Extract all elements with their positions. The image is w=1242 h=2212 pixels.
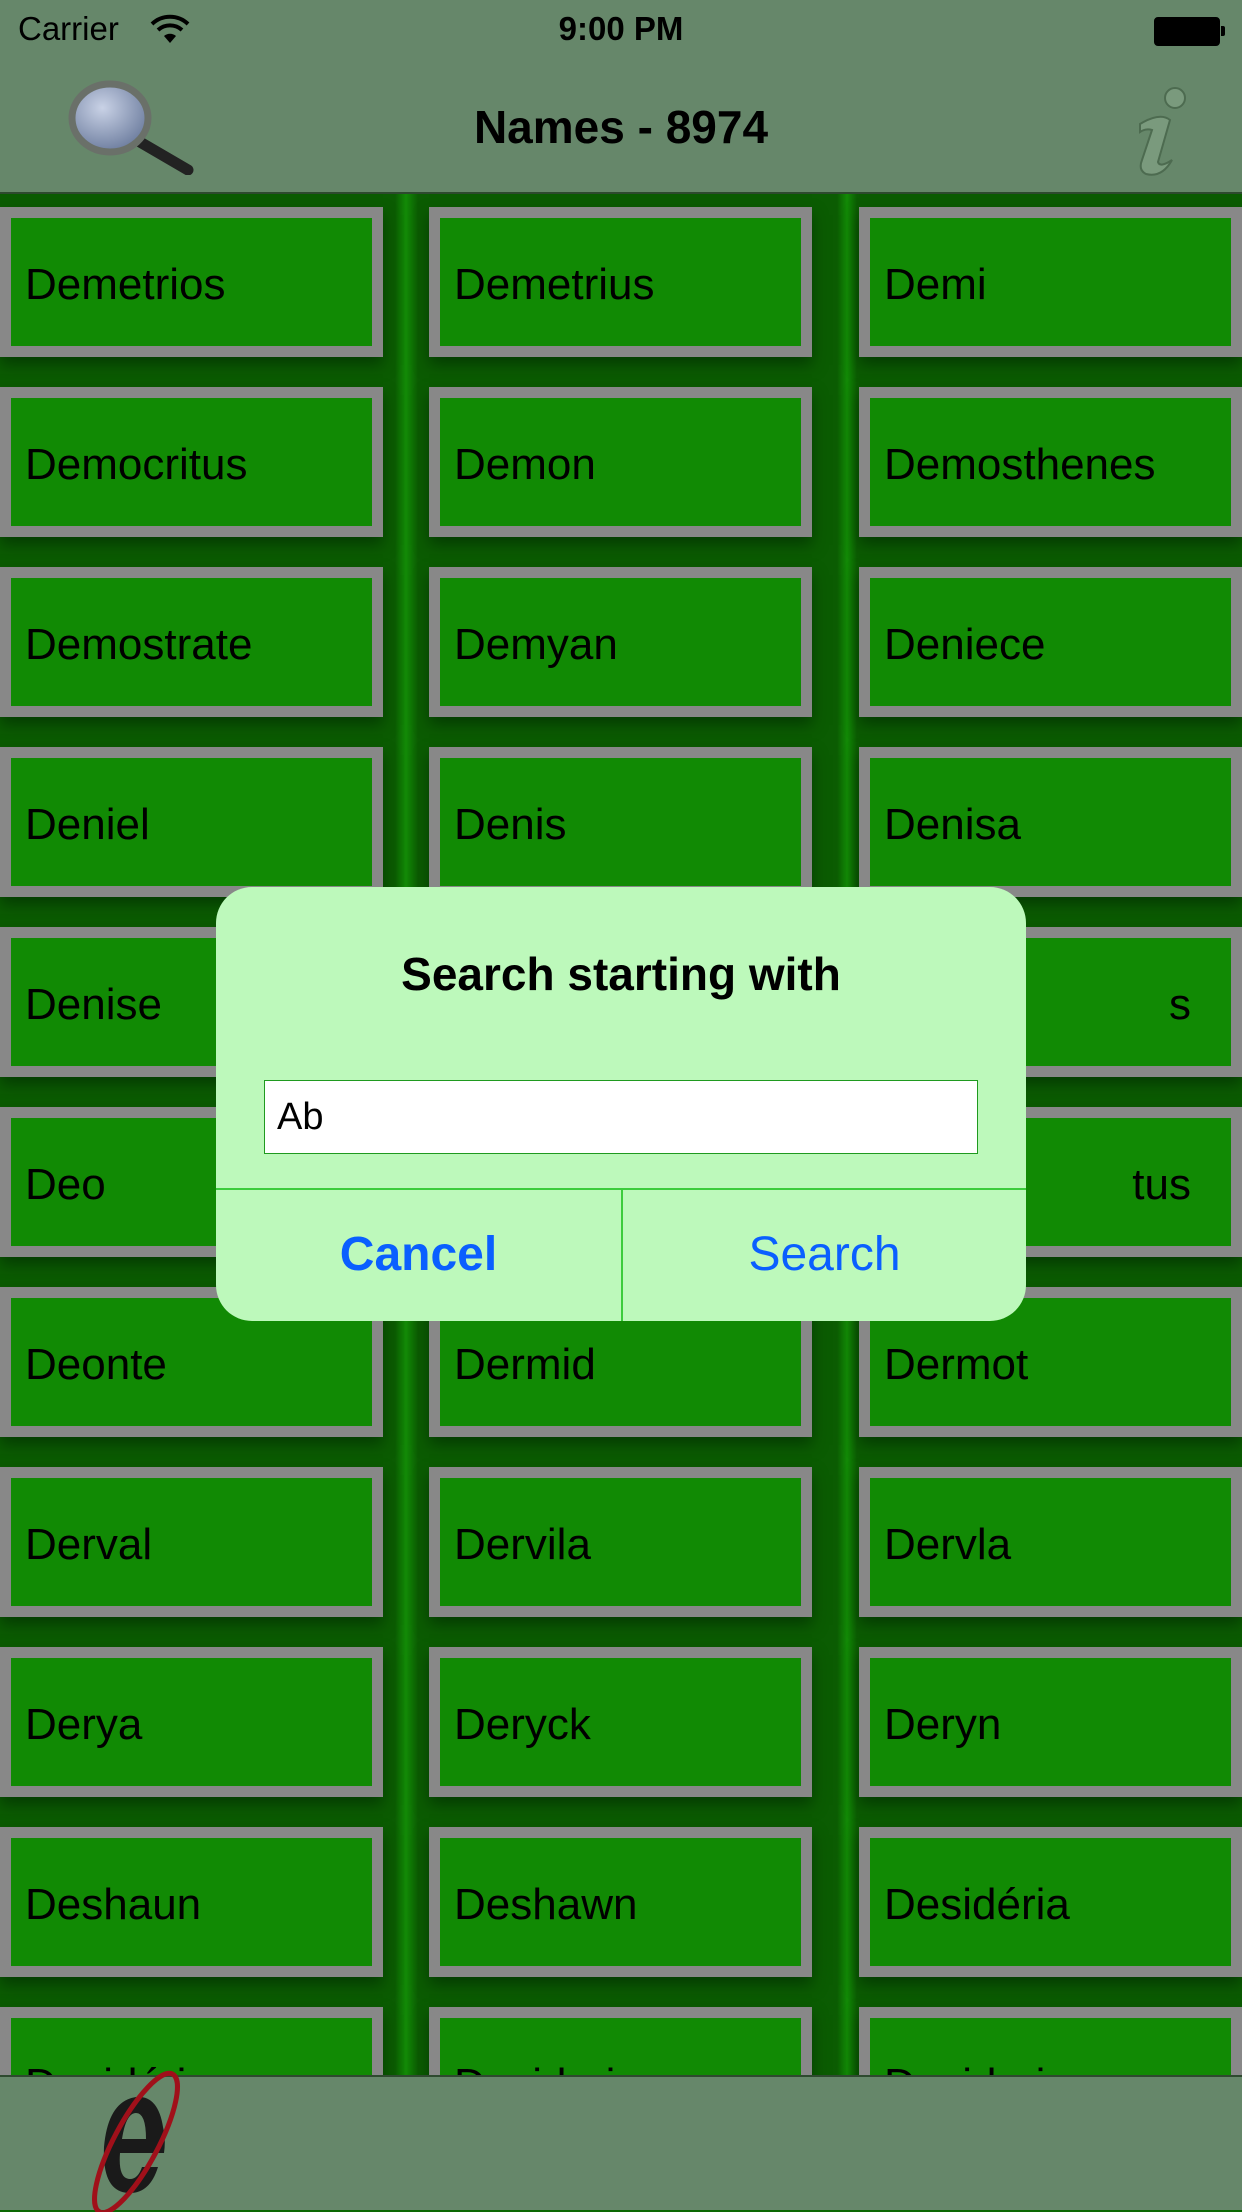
name-label: Derya: [25, 1700, 143, 1749]
name-cell[interactable]: Desiderio: [429, 2007, 812, 2075]
name-cell[interactable]: Demetrius: [429, 207, 812, 357]
name-cell[interactable]: Denisa: [859, 747, 1242, 897]
name-label: Demi: [884, 260, 987, 309]
navigation-bar: Names - 8974: [0, 62, 1242, 194]
name-cell[interactable]: Deniel: [0, 747, 383, 897]
name-cell[interactable]: Deniece: [859, 567, 1242, 717]
name-label: Deniece: [884, 620, 1046, 669]
name-label: Deo: [25, 1160, 106, 1209]
name-label: Demon: [454, 440, 596, 489]
info-icon[interactable]: [1120, 84, 1200, 179]
carrier-label: Carrier: [18, 10, 119, 47]
name-label: Demetrius: [454, 260, 655, 309]
name-cell[interactable]: Deryck: [429, 1647, 812, 1797]
name-label: Deniel: [25, 800, 150, 849]
name-label: Derval: [25, 1520, 153, 1569]
status-bar: Carrier 9:00 PM: [0, 0, 1242, 62]
name-label: Demosthenes: [884, 440, 1156, 489]
name-cell[interactable]: Demon: [429, 387, 812, 537]
name-cell[interactable]: Demyan: [429, 567, 812, 717]
cancel-button[interactable]: Cancel: [216, 1189, 621, 1321]
name-label: Deryck: [454, 1700, 591, 1749]
name-label: Denisa: [884, 800, 1021, 849]
name-cell[interactable]: Demetrios: [0, 207, 383, 357]
name-cell[interactable]: Denis: [429, 747, 812, 897]
name-cell[interactable]: Derya: [0, 1647, 383, 1797]
wifi-icon: [150, 14, 190, 43]
name-cell[interactable]: Desidério: [0, 2007, 383, 2075]
name-cell[interactable]: Demi: [859, 207, 1242, 357]
name-cell[interactable]: Derval: [0, 1467, 383, 1617]
bottom-bar: [0, 2070, 1242, 2212]
name-label: Deshaun: [25, 1880, 202, 1929]
name-cell[interactable]: Deshawn: [429, 1827, 812, 1977]
name-label: Deryn: [884, 1700, 1002, 1749]
name-label: Democritus: [25, 440, 248, 489]
name-cell[interactable]: Demostrate: [0, 567, 383, 717]
name-label: Desidéria: [884, 1880, 1070, 1929]
page-title: Names - 8974: [473, 101, 769, 153]
name-label: Dervila: [454, 1520, 591, 1569]
search-dialog: Search starting with Cancel Search: [216, 887, 1026, 1321]
search-button[interactable]: Search: [622, 1189, 1026, 1321]
name-cell[interactable]: Deryn: [859, 1647, 1242, 1797]
name-label: Desideria: [884, 2060, 1070, 2075]
name-cell[interactable]: Democritus: [0, 387, 383, 537]
name-label: Deshawn: [454, 1880, 638, 1929]
name-label: tus: [1132, 1160, 1191, 1209]
name-label: s: [1169, 980, 1191, 1029]
search-prefix-input[interactable]: [264, 1080, 978, 1154]
name-cell[interactable]: Desideria: [859, 2007, 1242, 2075]
name-label: Demyan: [454, 620, 618, 669]
name-label: Denise: [25, 980, 162, 1029]
name-label: Deonte: [25, 1340, 167, 1389]
name-cell[interactable]: Dervla: [859, 1467, 1242, 1617]
battery-icon: [1154, 17, 1225, 46]
name-label: Dermot: [884, 1340, 1029, 1389]
dialog-title: Search starting with: [401, 948, 841, 1000]
name-cell[interactable]: Dervila: [429, 1467, 812, 1617]
name-label: Demostrate: [25, 620, 253, 669]
e-logo-icon[interactable]: [58, 2067, 208, 2212]
name-cell[interactable]: Demosthenes: [859, 387, 1242, 537]
name-cell[interactable]: Deshaun: [0, 1827, 383, 1977]
name-cell[interactable]: Desidéria: [859, 1827, 1242, 1977]
name-label: Denis: [454, 800, 567, 849]
name-label: Desiderio: [454, 2060, 640, 2075]
name-label: Dermid: [454, 1340, 596, 1389]
name-label: Demetrios: [25, 260, 226, 309]
name-label: Dervla: [884, 1520, 1012, 1569]
